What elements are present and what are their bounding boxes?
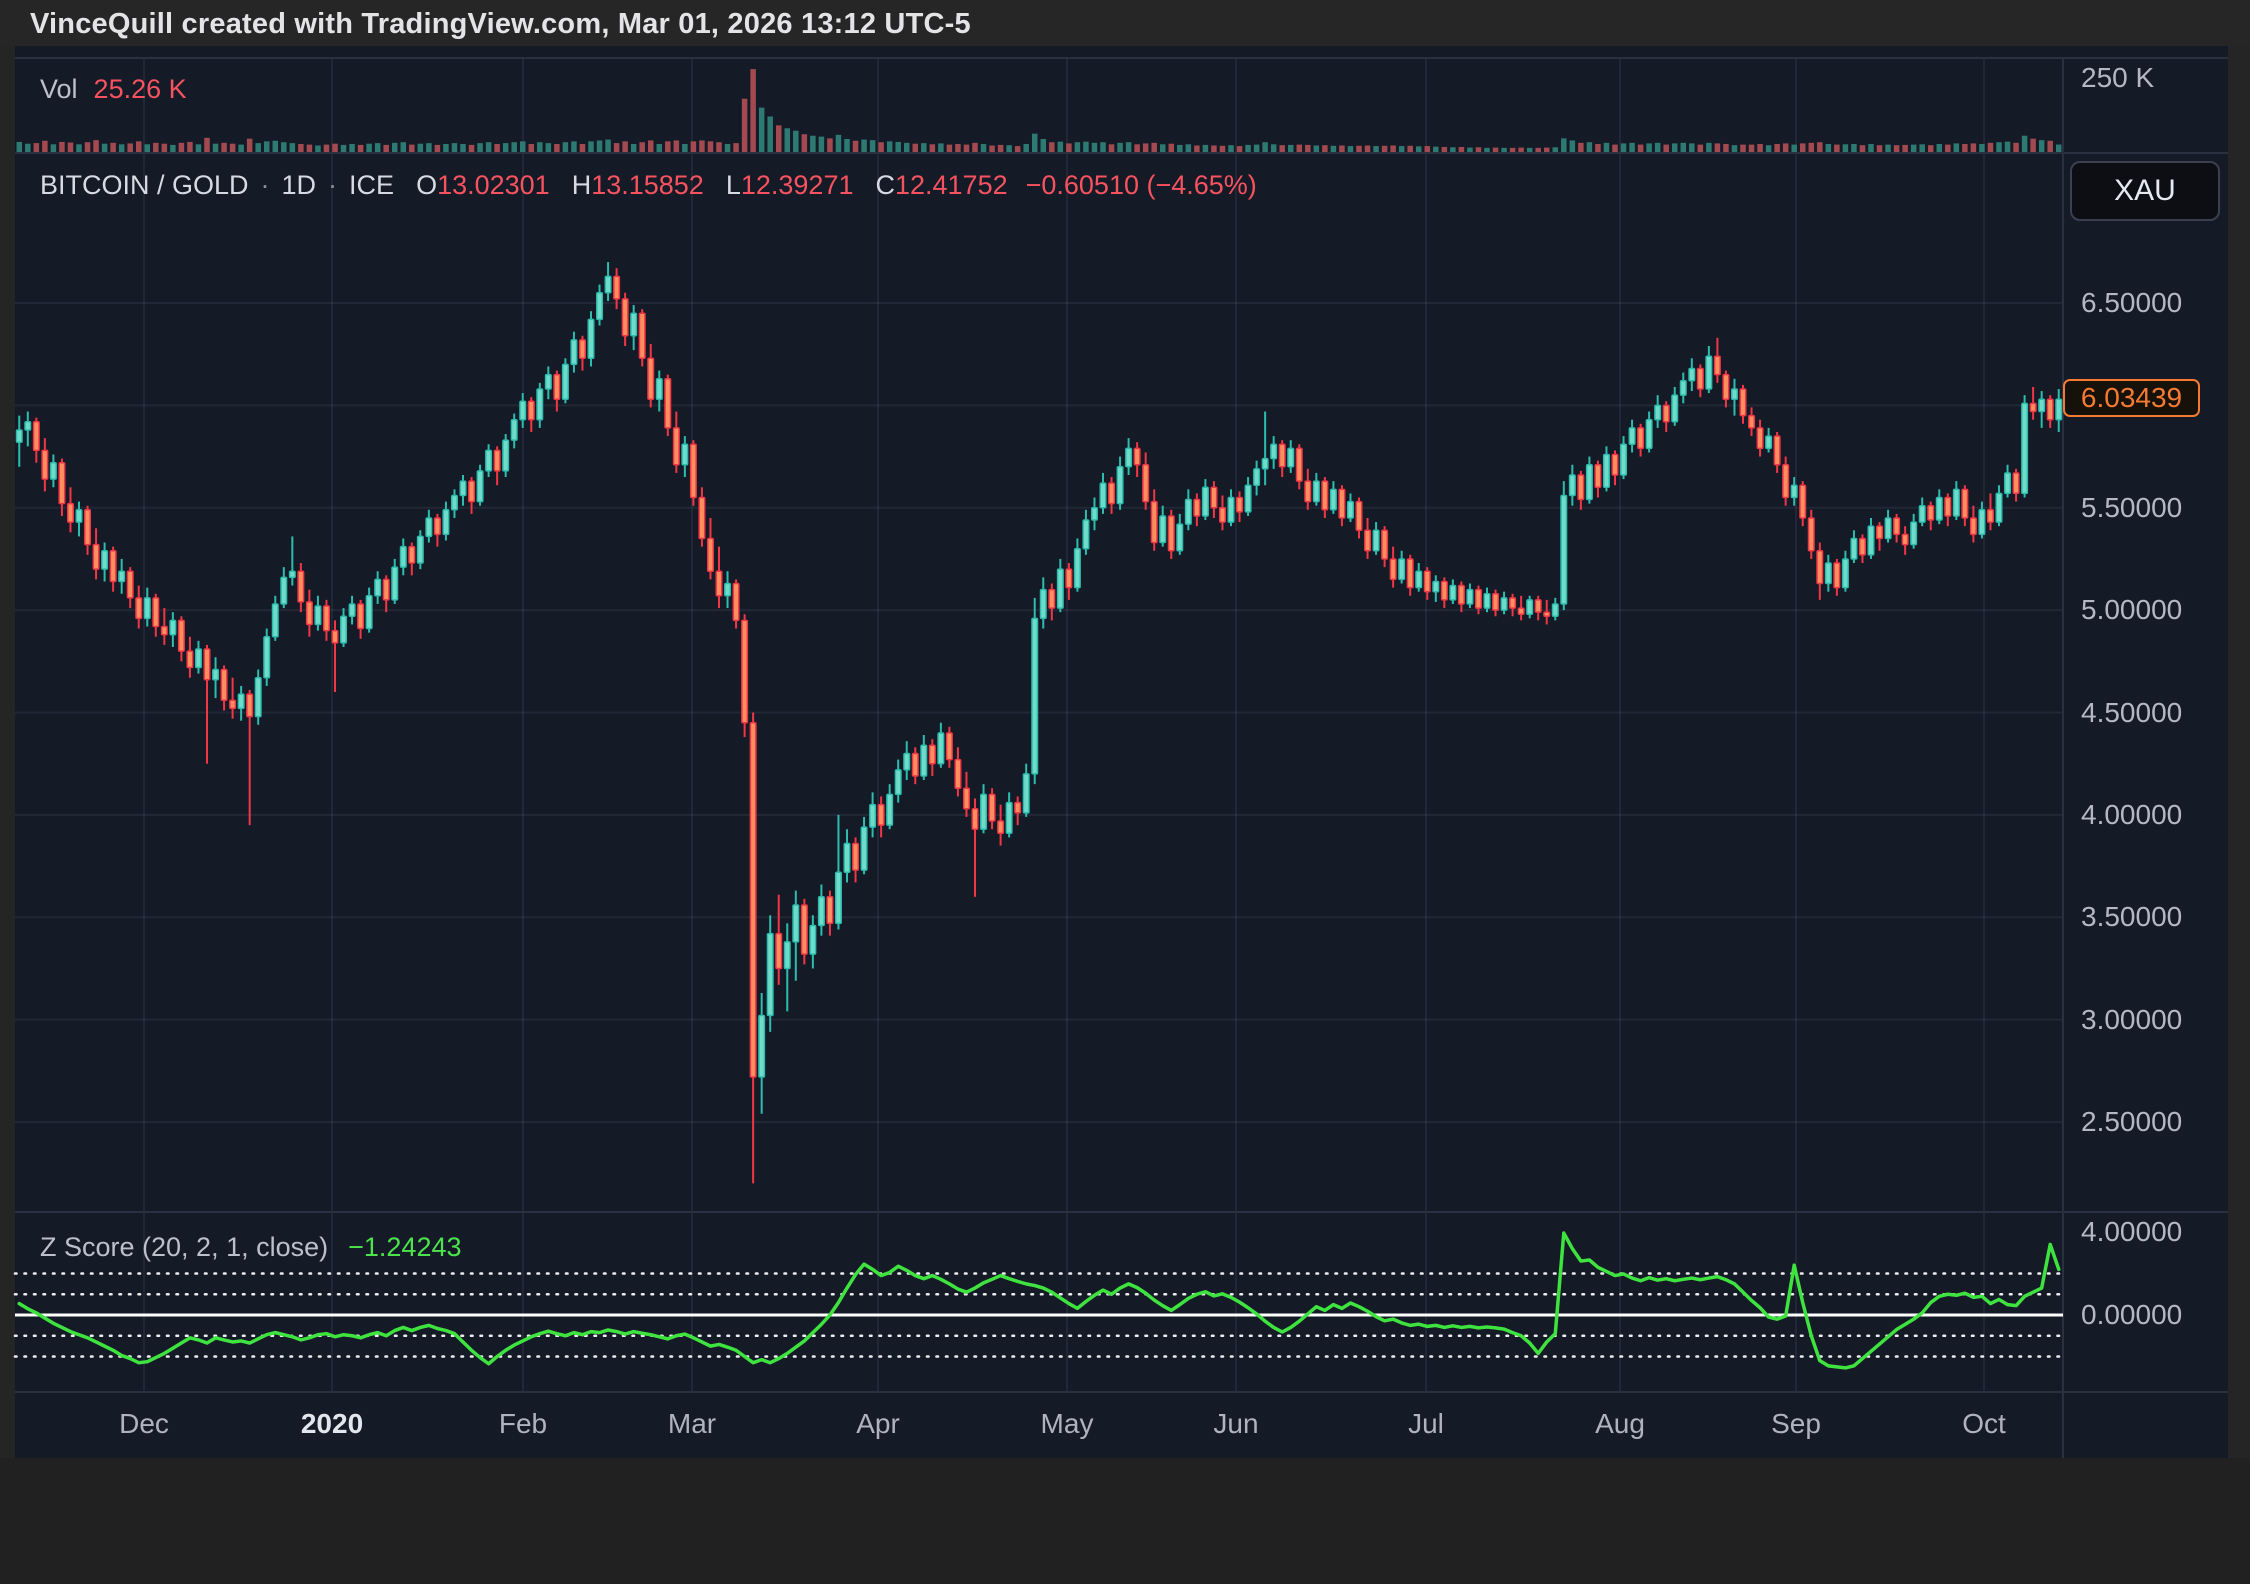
time-axis-label: Jun — [1213, 1408, 1258, 1440]
time-axis-label: Apr — [856, 1408, 900, 1440]
footer-bar: TradingView — [0, 1458, 2250, 1584]
volume-value: 25.26 K — [94, 74, 187, 104]
time-axis-label: 2020 — [301, 1408, 363, 1440]
open-value: O13.02301 — [416, 170, 550, 200]
last-price-badge: 6.03439 — [2063, 379, 2200, 417]
low-value: L12.39271 — [726, 170, 854, 200]
zscore-axis-label: 4.00000 — [2081, 1216, 2182, 1248]
zscore-value: −1.24243 — [348, 1232, 461, 1262]
time-axis-label: Dec — [119, 1408, 169, 1440]
time-axis-label: Jul — [1408, 1408, 1444, 1440]
price-axis-label: 5.00000 — [2081, 594, 2182, 626]
legend-separator: · — [328, 170, 337, 200]
change-value: −0.60510 (−4.65%) — [1026, 170, 1257, 200]
volume-label: Vol — [40, 74, 78, 104]
price-axis-label: 6.50000 — [2081, 287, 2182, 319]
legend-separator: · — [261, 170, 270, 200]
symbol-name: BITCOIN / GOLD — [40, 170, 249, 200]
volume-legend: Vol 25.26 K — [40, 74, 187, 105]
time-axis-label: Mar — [668, 1408, 716, 1440]
time-axis-label: May — [1041, 1408, 1094, 1440]
price-axis-label: 3.00000 — [2081, 1004, 2182, 1036]
close-value: C12.41752 — [875, 170, 1007, 200]
symbol-legend[interactable]: BITCOIN / GOLD · 1D · ICE O13.02301 H13.15852 L… — [40, 170, 1257, 201]
time-axis-label: Oct — [1962, 1408, 2006, 1440]
volume-axis-label: 250 K — [2081, 62, 2154, 94]
zscore-axis-label: 0.00000 — [2081, 1299, 2182, 1331]
interval-label: 1D — [282, 170, 317, 200]
header-bar: VinceQuill created with TradingView.com,… — [0, 0, 2250, 46]
time-axis-label: Aug — [1595, 1408, 1645, 1440]
exchange-label: ICE — [349, 170, 394, 200]
time-axis-label: Feb — [499, 1408, 547, 1440]
zscore-title: Z Score (20, 2, 1, close) — [40, 1232, 328, 1262]
page-title: VinceQuill created with TradingView.com,… — [30, 8, 971, 41]
price-axis-label: 4.50000 — [2081, 697, 2182, 729]
tradingview-chart-screenshot: VinceQuill created with TradingView.com,… — [0, 0, 2250, 1584]
zscore-legend[interactable]: Z Score (20, 2, 1, close) −1.24243 — [40, 1232, 462, 1263]
high-value: H13.15852 — [572, 170, 704, 200]
price-axis-label: 2.50000 — [2081, 1106, 2182, 1138]
time-axis[interactable]: Dec 2020 Feb Mar Apr May Jun Jul Aug Sep Oct — [15, 1392, 2228, 1458]
price-axis-label: 5.50000 — [2081, 492, 2182, 524]
price-axis-label: 3.50000 — [2081, 901, 2182, 933]
price-axis-label: 4.00000 — [2081, 799, 2182, 831]
currency-toggle-button[interactable]: XAU — [2070, 161, 2220, 221]
time-axis-label: Sep — [1771, 1408, 1821, 1440]
